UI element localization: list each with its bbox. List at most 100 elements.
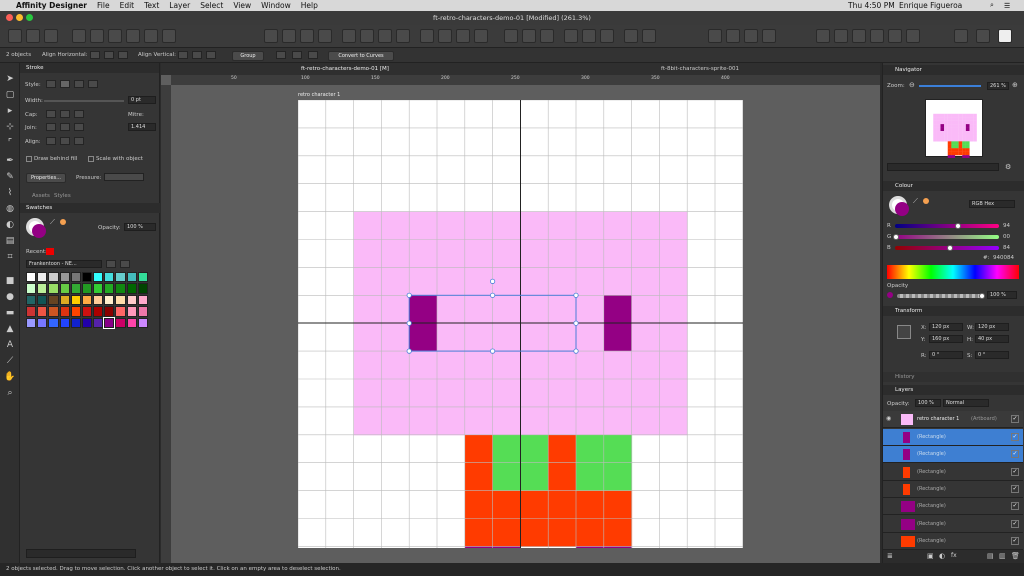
align-center-icon[interactable] [522,29,536,43]
transparency-tool-icon[interactable]: ◐ [4,219,16,231]
color-wheel-icon[interactable] [998,29,1012,43]
align-right-icon[interactable] [540,29,554,43]
pixel-cell[interactable] [381,295,410,324]
artboard-visibility-checkbox[interactable]: ✓ [1011,415,1019,423]
selection-handle[interactable] [490,292,496,298]
pixel-cell[interactable] [520,211,549,240]
swatch[interactable] [70,317,81,328]
group-button[interactable]: Group [232,51,264,61]
pixel-cell[interactable] [520,490,549,519]
node-tool-icon[interactable]: ▸ [4,105,16,117]
align-inside-button[interactable] [46,137,56,145]
pixel-cell[interactable] [492,406,521,436]
pixel-cell[interactable] [631,239,660,268]
flip-button[interactable] [292,51,302,59]
join-miter-button[interactable] [46,123,56,131]
pixel-cell[interactable] [381,379,410,408]
pixel-cell[interactable] [659,295,688,324]
r-value[interactable]: 94 [1003,223,1010,229]
pixel-cell[interactable] [520,462,549,492]
colour-opacity-slider[interactable] [897,293,985,299]
pixel-cell[interactable] [603,490,633,519]
rotate-button[interactable] [308,51,318,59]
pixel-cell[interactable] [659,211,688,240]
pixel-cell[interactable] [353,323,382,352]
pixel-cell[interactable] [492,211,521,240]
zoom-in-icon[interactable]: ⊕ [1012,81,1018,89]
pixel-cell[interactable] [464,518,494,547]
zoom-window-icon[interactable] [26,14,33,21]
designer-persona-icon[interactable] [8,29,22,43]
pixel-cell[interactable] [603,323,633,352]
align-bottom-icon[interactable] [600,29,614,43]
swatch[interactable] [70,306,81,317]
pixel-cell[interactable] [520,518,549,547]
layer-visibility-checkbox[interactable]: ✓ [1011,502,1019,511]
swatch[interactable] [26,272,37,283]
layer-row[interactable]: (Rectangle) ✓ [883,429,1023,446]
pixel-cell[interactable] [576,490,605,519]
pixel-cell[interactable] [631,211,660,240]
pixel-cell[interactable] [492,379,521,408]
pixel-cell[interactable] [520,379,549,408]
gear-icon[interactable]: ⚙ [1005,163,1011,171]
selection-handle[interactable] [490,278,496,284]
swatch[interactable] [70,294,81,306]
fx-icon[interactable]: fx [951,552,957,559]
pixel-cell[interactable] [548,267,577,296]
palette-options-button[interactable] [106,260,116,268]
pixel-cell[interactable] [659,351,688,380]
swatch[interactable] [137,306,148,317]
arrange-backward-icon[interactable] [282,29,296,43]
pixel-cell[interactable] [381,351,410,380]
align-left-icon[interactable] [504,29,518,43]
x-field[interactable]: 120 px [929,323,963,331]
assets-tab[interactable]: Assets [32,193,50,199]
draw-behind-checkbox[interactable] [26,156,32,162]
align-left-button[interactable] [90,51,100,59]
pixel-cell[interactable] [548,406,577,436]
pixel-cell[interactable] [492,490,521,519]
swatch[interactable] [126,294,137,306]
styles-tab[interactable]: Styles [54,193,71,199]
pixel-cell[interactable] [409,379,438,408]
pixel-cell[interactable] [631,295,660,324]
add-layer-icon[interactable]: ▤ [987,552,994,560]
swatch[interactable] [70,272,81,283]
pixel-cell[interactable] [437,211,466,240]
h-field[interactable]: 40 px [975,335,1009,343]
rotate-left-icon[interactable] [342,29,356,43]
b-slider[interactable] [895,245,999,251]
pixel-cell[interactable] [520,434,549,464]
swatch[interactable] [70,283,81,294]
doc-tab-active[interactable]: ft-retro-characters-demo-01 [M] [301,66,389,72]
app-menu[interactable]: Affinity Designer [16,1,87,10]
swatch[interactable] [26,283,37,294]
pixel-cell[interactable] [548,211,577,240]
swatch[interactable] [59,272,70,283]
pixel-cell[interactable] [603,462,633,492]
stroke-dash-button[interactable] [74,80,84,88]
style-icon[interactable] [906,29,920,43]
swatch[interactable] [104,272,115,283]
pixel-cell[interactable] [409,239,438,268]
swatch[interactable] [37,317,48,328]
stroke-solid-button[interactable] [60,80,70,88]
layer-row[interactable]: (Rectangle) ✓ [883,533,1023,550]
swatch[interactable] [126,306,137,317]
pixel-cell[interactable] [353,211,382,240]
pixel-art[interactable] [298,100,743,548]
mask-icon[interactable]: ▣ [927,552,934,560]
swatch[interactable] [93,306,104,317]
trash-icon[interactable]: 🗑 [1011,552,1020,560]
pixel-cell[interactable] [631,351,660,380]
grid-icon[interactable] [126,29,140,43]
rectangle-tool-icon[interactable]: ■ [4,275,16,287]
menu-select[interactable]: Select [200,1,223,10]
pixel-cell[interactable] [631,323,660,352]
zoom-tool-icon[interactable]: ⌕ [4,387,16,399]
fill-color-well[interactable] [32,224,46,238]
duplicate-icon[interactable]: ▥ [999,552,1006,560]
navigator-preview[interactable] [925,99,983,159]
align-middle-icon[interactable] [582,29,596,43]
